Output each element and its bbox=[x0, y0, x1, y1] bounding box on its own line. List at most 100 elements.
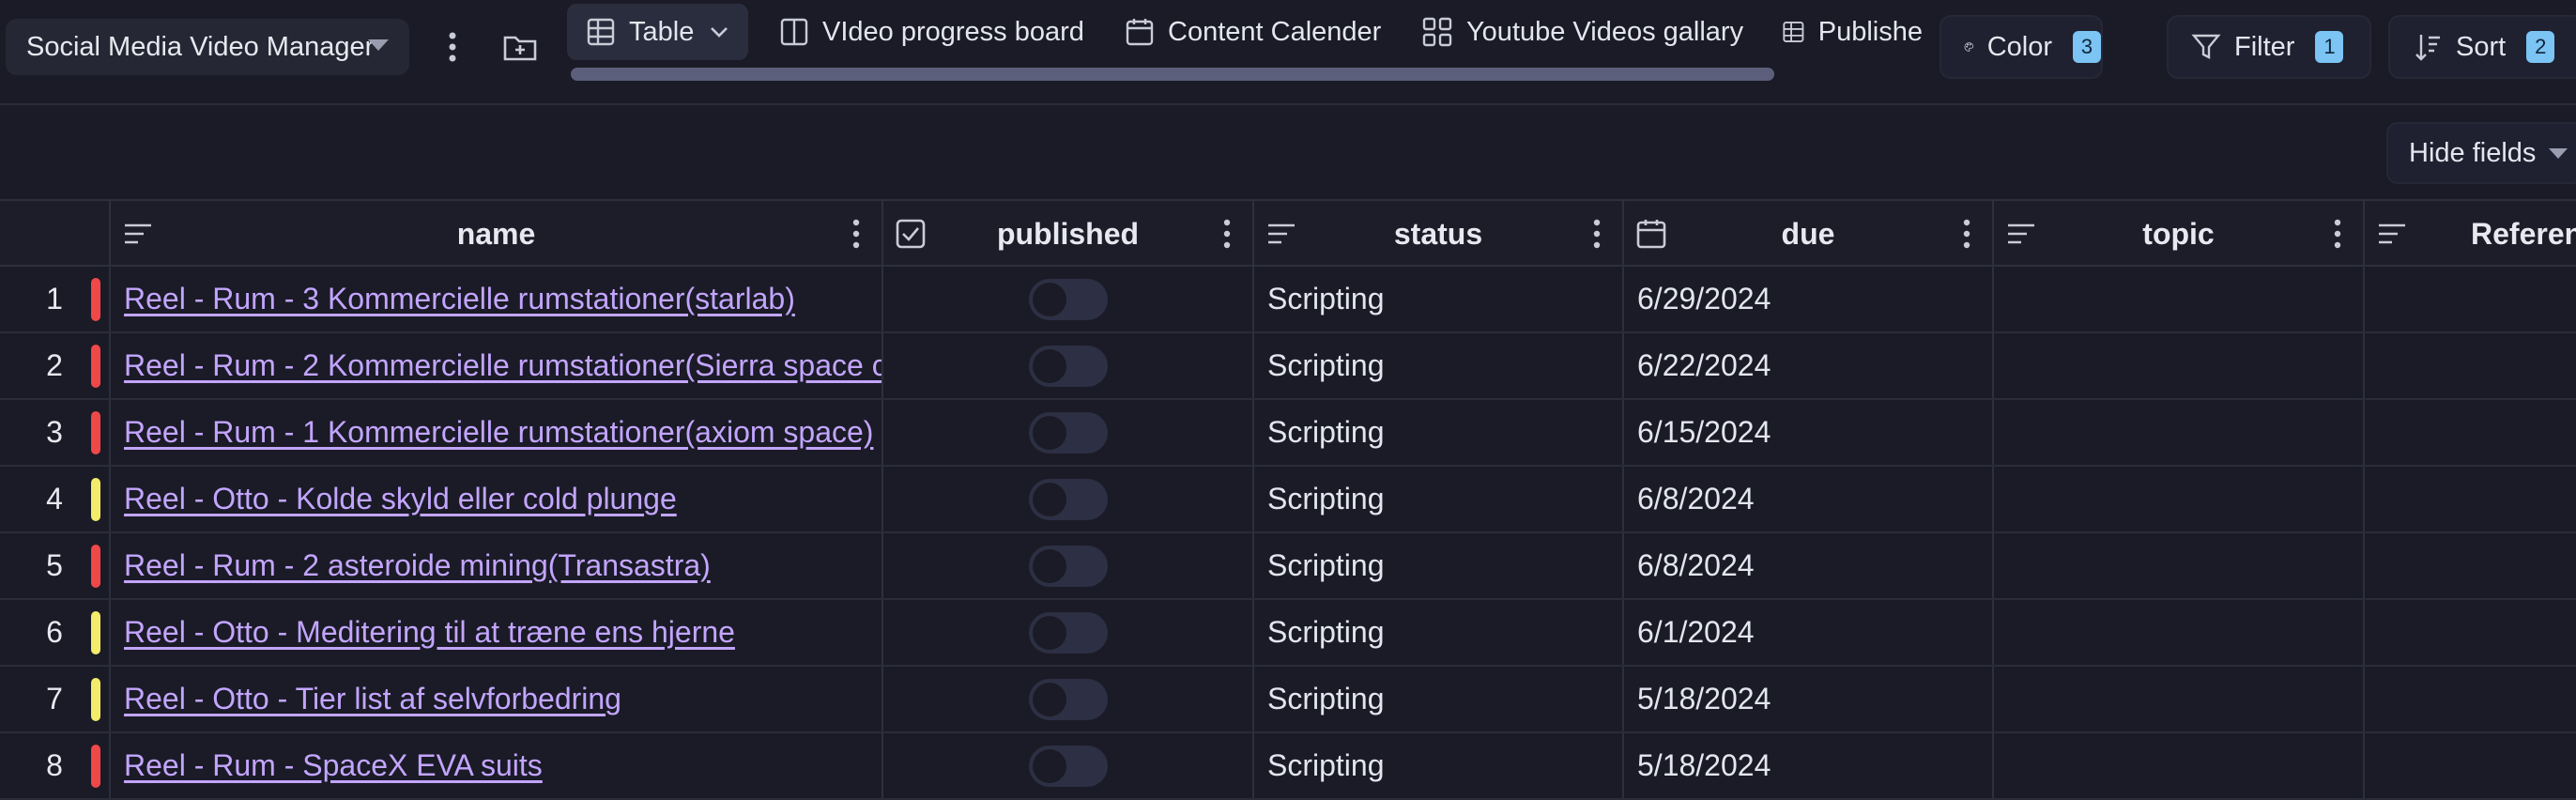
published-toggle[interactable] bbox=[1028, 611, 1108, 654]
color-button[interactable]: Color 3 bbox=[1940, 15, 2103, 79]
tab-published[interactable]: Publishe bbox=[1782, 4, 1923, 60]
tab-table[interactable]: Table bbox=[567, 4, 749, 60]
status-cell[interactable]: Scripting bbox=[1254, 533, 1624, 598]
row-index-cell: 6 bbox=[0, 600, 111, 665]
record-link[interactable]: Reel - Rum - 2 asteroide mining(Transast… bbox=[124, 548, 711, 583]
published-toggle[interactable] bbox=[1028, 678, 1108, 720]
reference-cell[interactable] bbox=[2365, 533, 2576, 598]
due-cell[interactable]: 6/1/2024 bbox=[1624, 600, 1994, 665]
table-row[interactable]: 4 Reel - Otto - Kolde skyld eller cold pl… bbox=[0, 467, 2576, 533]
topic-cell[interactable] bbox=[1994, 400, 2365, 465]
column-header-name[interactable]: name bbox=[111, 201, 883, 267]
table-row[interactable]: 6 Reel - Otto - Meditering til at træne e… bbox=[0, 600, 2576, 667]
topic-cell[interactable] bbox=[1994, 467, 2365, 531]
reference-cell[interactable] bbox=[2365, 400, 2576, 465]
tabs-scrollbar[interactable] bbox=[571, 68, 1774, 81]
status-value: Scripting bbox=[1267, 415, 1385, 449]
published-cell[interactable] bbox=[883, 733, 1254, 798]
name-cell[interactable]: Reel - Otto - Kolde skyld eller cold plu… bbox=[111, 467, 883, 531]
base-selector[interactable]: Social Media Video Manager bbox=[6, 19, 409, 75]
due-cell[interactable]: 6/29/2024 bbox=[1624, 267, 1994, 331]
column-menu-icon[interactable] bbox=[2333, 218, 2342, 257]
table-row[interactable]: 2 Reel - Rum - 2 Kommercielle rumstatione… bbox=[0, 333, 2576, 400]
column-header-status[interactable]: status bbox=[1254, 201, 1624, 267]
status-cell[interactable]: Scripting bbox=[1254, 333, 1624, 398]
reference-cell[interactable] bbox=[2365, 267, 2576, 331]
tab-youtube-videos-gallery[interactable]: Youtube Videos gallary bbox=[1421, 4, 1743, 60]
status-cell[interactable]: Scripting bbox=[1254, 467, 1624, 531]
published-toggle[interactable] bbox=[1028, 545, 1108, 587]
published-toggle[interactable] bbox=[1028, 278, 1108, 320]
column-menu-icon[interactable] bbox=[851, 218, 861, 257]
hide-fields-button[interactable]: Hide fields bbox=[2386, 122, 2576, 184]
reference-cell[interactable] bbox=[2365, 733, 2576, 798]
published-toggle[interactable] bbox=[1028, 745, 1108, 787]
column-header-reference[interactable]: Referen bbox=[2365, 201, 2576, 267]
status-cell[interactable]: Scripting bbox=[1254, 600, 1624, 665]
status-cell[interactable]: Scripting bbox=[1254, 267, 1624, 331]
reference-cell[interactable] bbox=[2365, 667, 2576, 731]
due-cell[interactable]: 6/8/2024 bbox=[1624, 533, 1994, 598]
topic-cell[interactable] bbox=[1994, 733, 2365, 798]
tab-content-calendar[interactable]: Content Calender bbox=[1125, 4, 1381, 60]
name-cell[interactable]: Reel - Otto - Tier list af selvforbedrin… bbox=[111, 667, 883, 731]
reference-cell[interactable] bbox=[2365, 600, 2576, 665]
published-toggle[interactable] bbox=[1028, 478, 1108, 520]
published-cell[interactable] bbox=[883, 267, 1254, 331]
column-header-published[interactable]: published bbox=[883, 201, 1254, 267]
sort-icon bbox=[2415, 35, 2440, 61]
due-cell[interactable]: 5/18/2024 bbox=[1624, 667, 1994, 731]
record-link[interactable]: Reel - Rum - SpaceX EVA suits bbox=[124, 748, 543, 783]
table-row[interactable]: 3 Reel - Rum - 1 Kommercielle rumstatione… bbox=[0, 400, 2576, 467]
name-cell[interactable]: Reel - Rum - 2 asteroide mining(Transast… bbox=[111, 533, 883, 598]
tab-video-progress-board[interactable]: VIdeo progress board bbox=[779, 4, 1084, 60]
sort-button[interactable]: Sort 2 bbox=[2388, 15, 2576, 79]
table-row[interactable]: 5 Reel - Rum - 2 asteroide mining(Transas… bbox=[0, 533, 2576, 600]
published-cell[interactable] bbox=[883, 600, 1254, 665]
record-link[interactable]: Reel - Rum - 1 Kommercielle rumstationer… bbox=[124, 415, 873, 450]
published-toggle[interactable] bbox=[1028, 411, 1108, 454]
reference-cell[interactable] bbox=[2365, 467, 2576, 531]
published-cell[interactable] bbox=[883, 400, 1254, 465]
name-cell[interactable]: Reel - Otto - Meditering til at træne en… bbox=[111, 600, 883, 665]
column-header-due[interactable]: due bbox=[1624, 201, 1994, 267]
topic-cell[interactable] bbox=[1994, 333, 2365, 398]
name-cell[interactable]: Reel - Rum - 1 Kommercielle rumstationer… bbox=[111, 400, 883, 465]
table-row[interactable]: 7 Reel - Otto - Tier list af selvforbedri… bbox=[0, 667, 2576, 733]
column-menu-icon[interactable] bbox=[1592, 218, 1602, 257]
name-cell[interactable]: Reel - Rum - 3 Kommercielle rumstationer… bbox=[111, 267, 883, 331]
table-row[interactable]: 1 Reel - Rum - 3 Kommercielle rumstatione… bbox=[0, 267, 2576, 333]
published-cell[interactable] bbox=[883, 467, 1254, 531]
published-toggle[interactable] bbox=[1028, 345, 1108, 387]
due-cell[interactable]: 6/15/2024 bbox=[1624, 400, 1994, 465]
table-row[interactable]: 8 Reel - Rum - SpaceX EVA suits Scripting 5… bbox=[0, 733, 2576, 800]
row-number: 7 bbox=[46, 682, 63, 715]
status-cell[interactable]: Scripting bbox=[1254, 400, 1624, 465]
topic-cell[interactable] bbox=[1994, 533, 2365, 598]
due-cell[interactable]: 6/22/2024 bbox=[1624, 333, 1994, 398]
more-options-icon[interactable] bbox=[434, 26, 471, 68]
due-cell[interactable]: 5/18/2024 bbox=[1624, 733, 1994, 798]
record-link[interactable]: Reel - Otto - Tier list af selvforbedrin… bbox=[124, 682, 621, 716]
published-cell[interactable] bbox=[883, 667, 1254, 731]
name-cell[interactable]: Reel - Rum - 2 Kommercielle rumstationer… bbox=[111, 333, 883, 398]
column-header-topic[interactable]: topic bbox=[1994, 201, 2365, 267]
filter-button[interactable]: Filter 1 bbox=[2167, 15, 2371, 79]
record-link[interactable]: Reel - Otto - Kolde skyld eller cold plu… bbox=[124, 482, 677, 516]
record-link[interactable]: Reel - Otto - Meditering til at træne en… bbox=[124, 615, 735, 650]
published-cell[interactable] bbox=[883, 333, 1254, 398]
topic-cell[interactable] bbox=[1994, 267, 2365, 331]
record-link[interactable]: Reel - Rum - 3 Kommercielle rumstationer… bbox=[124, 282, 795, 316]
reference-cell[interactable] bbox=[2365, 333, 2576, 398]
status-cell[interactable]: Scripting bbox=[1254, 733, 1624, 798]
column-menu-icon[interactable] bbox=[1962, 218, 1971, 257]
new-folder-icon[interactable] bbox=[498, 26, 543, 68]
topic-cell[interactable] bbox=[1994, 667, 2365, 731]
status-cell[interactable]: Scripting bbox=[1254, 667, 1624, 731]
due-cell[interactable]: 6/8/2024 bbox=[1624, 467, 1994, 531]
record-link[interactable]: Reel - Rum - 2 Kommercielle rumstationer… bbox=[124, 348, 882, 383]
published-cell[interactable] bbox=[883, 533, 1254, 598]
topic-cell[interactable] bbox=[1994, 600, 2365, 665]
column-menu-icon[interactable] bbox=[1222, 218, 1232, 257]
name-cell[interactable]: Reel - Rum - SpaceX EVA suits bbox=[111, 733, 883, 798]
